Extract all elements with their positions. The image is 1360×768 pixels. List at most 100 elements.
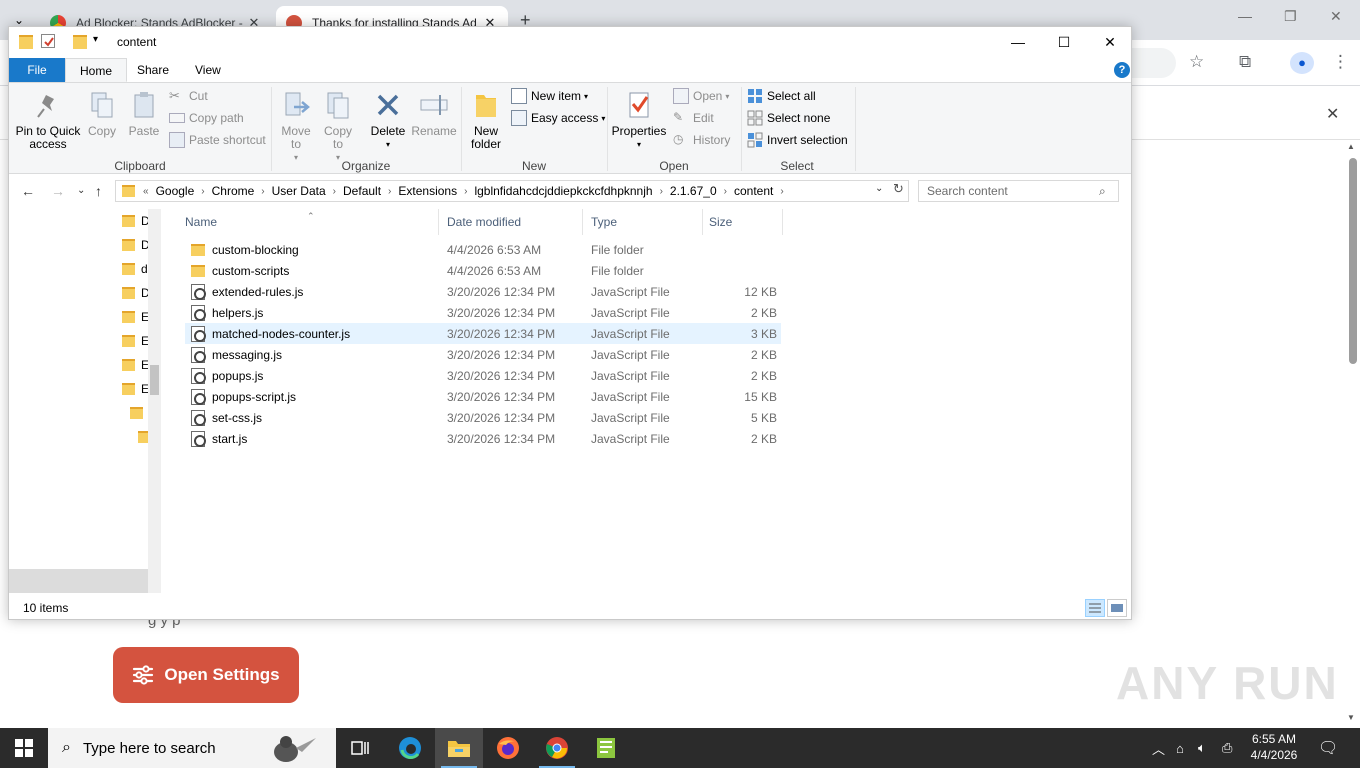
file-row[interactable]: popups.js 3/20/2026 12:34 PM JavaScript Fi… [185,365,781,386]
large-icons-view-button[interactable] [1107,599,1127,617]
invert-selection-button[interactable]: Invert selection [747,130,848,150]
move-to-button[interactable]: Move to ▾ [279,89,313,164]
file-row[interactable]: set-css.js 3/20/2026 12:34 PM JavaScript F… [185,407,781,428]
start-button[interactable] [0,728,48,768]
breadcrumb-user-data[interactable]: User Data [272,184,326,198]
breadcrumb-extensions[interactable]: Extensions [398,184,457,198]
taskbar-file-explorer[interactable] [435,728,483,768]
forward-arrow-icon[interactable]: → [51,183,65,199]
chrome-menu-icon[interactable]: ⋮ [1332,52,1349,72]
close-button[interactable]: ✕ [1087,31,1131,53]
show-hidden-icons[interactable]: ︿ [1152,728,1165,768]
delete-button[interactable]: Delete ▾ [367,89,409,151]
file-row[interactable]: custom-scripts 4/4/2026 6:53 AM File folde… [185,260,781,281]
chrome-restore-button[interactable]: ❐ [1284,8,1297,25]
overflow-chevron-icon[interactable]: « [143,186,149,197]
search-input[interactable]: Search content [918,180,1119,202]
taskbar-notepad-plus[interactable] [582,728,630,768]
breadcrumb-version[interactable]: 2.1.67_0 [670,184,717,198]
taskbar-search-box[interactable]: ⌕ Type here to search [48,728,336,768]
scroll-down-arrow-icon[interactable]: ▼ [1347,713,1355,722]
file-row[interactable]: custom-blocking 4/4/2026 6:53 AM File fold… [185,239,781,260]
profile-avatar[interactable]: ● [1290,52,1314,74]
details-view-button[interactable] [1085,599,1105,617]
copy-path-button[interactable]: Copy path [169,108,244,128]
nav-scroll-thumb[interactable] [150,365,159,395]
select-none-button[interactable]: Select none [747,108,830,128]
infobar-close-icon[interactable]: ✕ [1326,104,1339,124]
volume-icon[interactable]: 🔈︎ [1198,728,1206,768]
notifications-icon[interactable]: 🗨︎ [1318,728,1338,768]
breadcrumb-chevron-icon[interactable]: › [724,186,727,197]
breadcrumb-extension-id[interactable]: lgblnfidahcdcjddiepkckcfdhpknnjh [474,184,652,198]
history-button[interactable]: ◷ History [673,130,730,150]
breadcrumb-chevron-icon[interactable]: › [388,186,391,197]
bookmark-star-icon[interactable]: ☆ [1189,52,1204,72]
cut-button[interactable]: ✂ Cut [169,86,208,106]
tab-view[interactable]: View [181,58,235,82]
properties-qat-icon[interactable] [41,34,55,48]
pin-to-quick-access-button[interactable]: Pin to Quick access [15,89,81,151]
breadcrumb-google[interactable]: Google [156,184,195,198]
page-scroll-thumb[interactable] [1349,158,1357,364]
open-button[interactable]: Open ▾ [673,86,729,106]
maximize-button[interactable]: ☐ [1041,31,1087,53]
recent-locations-icon[interactable]: ⌄ [77,185,85,196]
edit-button[interactable]: ✎ Edit [673,108,714,128]
taskbar-chrome[interactable] [533,728,581,768]
network-icon[interactable]: ⌂ [1176,728,1184,768]
column-header-type[interactable]: Type [583,209,703,235]
new-item-button[interactable]: New item ▾ [511,86,588,106]
breadcrumb-default[interactable]: Default [343,184,381,198]
breadcrumb-chevron-icon[interactable]: › [333,186,336,197]
tab-home[interactable]: Home [65,58,128,82]
column-header-size[interactable]: Size [703,209,783,235]
breadcrumb-chevron-icon[interactable]: › [660,186,663,197]
easy-access-button[interactable]: Easy access ▾ [511,108,605,128]
breadcrumb-chrome[interactable]: Chrome [212,184,255,198]
file-row[interactable]: popups-script.js 3/20/2026 12:34 PM JavaSc… [185,386,781,407]
copy-button[interactable]: Copy [85,89,119,138]
file-row[interactable]: messaging.js 3/20/2026 12:34 PM JavaScript… [185,344,781,365]
breadcrumb-chevron-icon[interactable]: › [780,186,783,197]
chrome-minimize-button[interactable]: — [1238,8,1252,24]
file-row[interactable]: extended-rules.js 3/20/2026 12:34 PM JavaS… [185,281,781,302]
paste-shortcut-button[interactable]: Paste shortcut [169,130,266,150]
scroll-up-arrow-icon[interactable]: ▲ [1347,142,1355,151]
chrome-close-button[interactable]: ✕ [1330,8,1342,25]
breadcrumb-content[interactable]: content [734,184,773,198]
up-arrow-icon[interactable]: ↑ [95,183,102,199]
properties-button[interactable]: Properties ▾ [611,89,667,151]
tab-share[interactable]: Share [123,58,183,82]
taskbar-clock[interactable]: 6:55 AM 4/4/2026 [1246,731,1302,763]
file-row[interactable]: start.js 3/20/2026 12:34 PM JavaScript Fil… [185,428,781,449]
nav-horizontal-scrollbar[interactable] [9,569,148,593]
customize-qat-icon[interactable]: ▾ [93,34,107,48]
help-icon[interactable]: ? [1114,62,1130,78]
column-header-date[interactable]: Date modified [439,209,583,235]
minimize-button[interactable]: — [995,31,1041,53]
omnibox[interactable] [1132,48,1176,78]
rename-button[interactable]: Rename [411,89,457,138]
tab-file[interactable]: File [9,58,65,82]
file-row[interactable]: matched-nodes-counter.js 3/20/2026 12:34 … [185,323,781,344]
new-folder-button[interactable]: New folder [467,89,505,151]
breadcrumb-chevron-icon[interactable]: › [261,186,264,197]
address-bar[interactable]: « Google › Chrome › User Data › Default … [115,180,909,202]
open-settings-button[interactable]: Open Settings [113,647,299,703]
nav-scrollbar[interactable] [148,209,161,593]
task-view-button[interactable] [336,728,384,768]
breadcrumb-chevron-icon[interactable]: › [201,186,204,197]
paste-button[interactable]: Paste [127,89,161,138]
language-icon[interactable]: ⎙ [1222,728,1232,768]
select-all-button[interactable]: Select all [747,86,816,106]
column-header-name[interactable]: Name ⌃ [161,209,439,235]
back-arrow-icon[interactable]: ← [21,183,35,199]
refresh-icon[interactable]: ↻ [893,181,904,197]
taskbar-edge[interactable] [386,728,434,768]
address-dropdown-icon[interactable]: ⌄ [875,183,883,194]
extensions-icon[interactable]: ⧉ [1239,52,1251,72]
taskbar-firefox[interactable] [484,728,532,768]
new-folder-qat-icon[interactable] [73,35,87,49]
breadcrumb-chevron-icon[interactable]: › [464,186,467,197]
